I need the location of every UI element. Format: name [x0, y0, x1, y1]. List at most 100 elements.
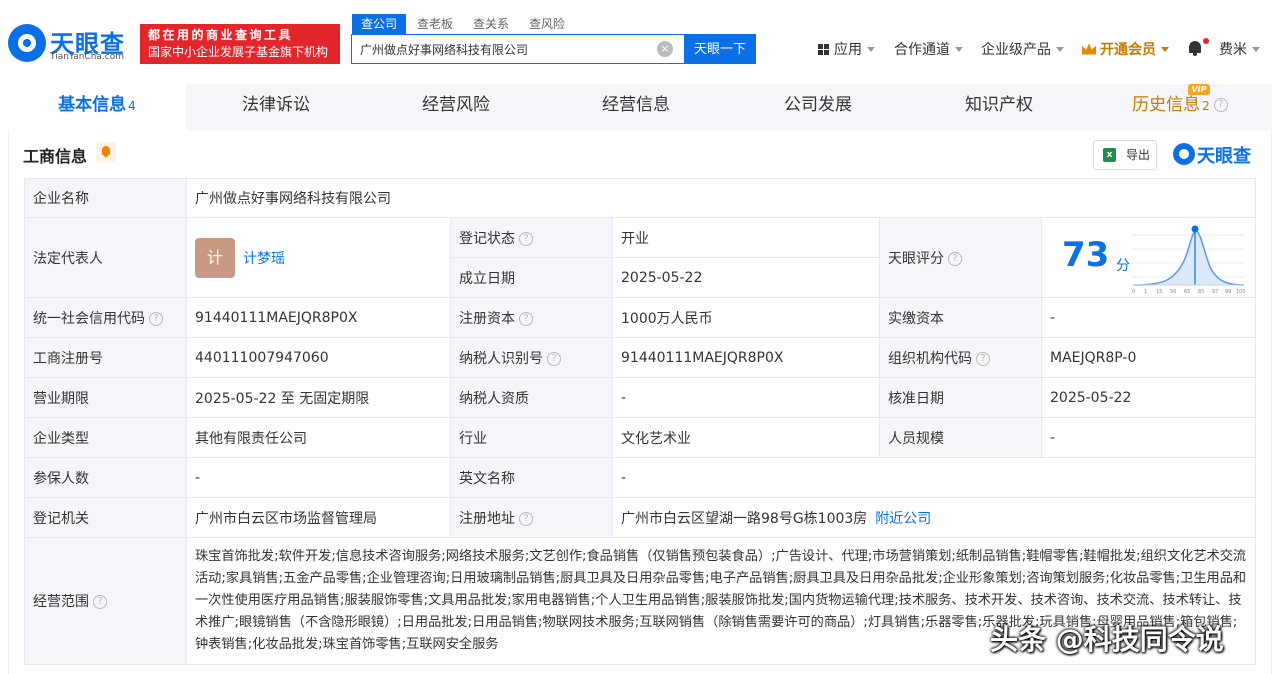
industry-value: 文化艺术业	[612, 417, 880, 458]
score-cell[interactable]: 73 分 0 1 15 50 65 85 97 99 100	[1040, 217, 1257, 298]
org-code-value: MAEJQR8P-0	[1040, 337, 1257, 378]
clear-icon[interactable]: ×	[657, 41, 673, 57]
help-icon[interactable]: ?	[519, 511, 533, 526]
table-row: 营业期限 2025-05-22 至 无固定期限 纳税人资质 - 核准日期 202…	[24, 377, 1257, 418]
tab-label: 基本信息	[58, 95, 127, 115]
help-icon[interactable]: ?	[976, 351, 990, 366]
nav-partner[interactable]: 合作通道	[894, 38, 963, 60]
slogan-line-2: 国家中小企业发展子基金旗下机构	[148, 45, 329, 59]
tab-legal[interactable]: 法律诉讼	[186, 84, 366, 130]
term-label: 营业期限	[24, 377, 187, 418]
bell-icon[interactable]	[1188, 40, 1202, 56]
nav-enterprise[interactable]: 企业级产品	[981, 38, 1064, 60]
taxpayer-qual-label: 纳税人资质	[450, 377, 613, 418]
grid-icon	[818, 43, 829, 55]
tab-development[interactable]: 公司发展	[726, 84, 910, 130]
english-name-label: 英文名称	[450, 457, 613, 498]
search-type-tabs: 查公司 查老板 查关系 查风险	[352, 14, 576, 34]
chevron-down-icon	[1252, 46, 1260, 52]
score-unit: 分	[1116, 257, 1130, 274]
help-icon[interactable]: ?	[519, 231, 533, 246]
score-label-cell: 天眼评分?	[879, 217, 1042, 298]
score-axis-tick: 97	[1212, 289, 1218, 295]
reg-address-label: 注册地址	[459, 510, 515, 527]
term-value: 2025-05-22 至 无固定期限	[186, 377, 451, 418]
excel-icon: x	[1103, 148, 1116, 162]
tab-operation-info[interactable]: 经营信息	[546, 84, 726, 130]
staff-size-label: 人员规模	[879, 417, 1042, 458]
search-tab-relation[interactable]: 查关系	[464, 14, 518, 34]
tab-basic-info[interactable]: 基本信息 4	[8, 84, 186, 130]
tab-label: 经营风险	[422, 95, 490, 115]
tab-ip[interactable]: 知识产权	[910, 84, 1088, 130]
insured-label: 参保人数	[24, 457, 187, 498]
table-row: 登记机关 广州市白云区市场监督管理局 注册地址? 广州市白云区望湖一路98号G栋…	[24, 497, 1257, 538]
chevron-down-icon	[867, 46, 875, 52]
nav-user[interactable]: 费米	[1219, 38, 1260, 60]
reg-status-value: 开业	[612, 217, 880, 258]
reg-address-cell: 广州市白云区望湖一路98号G栋1003房 附近公司	[611, 497, 1257, 538]
help-icon[interactable]: ?	[149, 311, 163, 326]
taxpayer-id-label: 纳税人识别号	[459, 350, 543, 367]
table-row: 企业类型 其他有限责任公司 行业 文化艺术业 人员规模 -	[24, 417, 1257, 458]
credit-code-label-cell: 统一社会信用代码?	[24, 297, 187, 338]
eye-logo-icon	[1173, 143, 1195, 165]
reg-authority-value: 广州市白云区市场监督管理局	[186, 497, 451, 538]
score-distribution-chart: 0 1 15 50 65 85 97 99 100	[1132, 225, 1246, 295]
help-icon[interactable]: ?	[547, 351, 561, 366]
help-icon[interactable]: ?	[948, 251, 962, 266]
monitor-bell-icon[interactable]	[96, 142, 116, 162]
search-tab-risk[interactable]: 查风险	[520, 14, 574, 34]
nav-apps[interactable]: 应用	[818, 38, 875, 60]
score-axis-tick: 50	[1170, 289, 1176, 295]
table-row: 参保人数 - 英文名称 -	[24, 457, 1257, 498]
section-brand-text: 天眼查	[1197, 146, 1251, 167]
avatar[interactable]: 计	[195, 237, 235, 278]
logo-subtext: TianYanCha.com	[50, 52, 125, 62]
search-tab-company[interactable]: 查公司	[352, 14, 407, 34]
reg-status-label-cell: 登记状态?	[450, 217, 613, 258]
business-info-table: 企业名称 广州做点好事网络科技有限公司 法定代表人 计计梦瑶 登记状态? 开业 …	[24, 178, 1257, 665]
score-axis-tick: 65	[1184, 289, 1190, 295]
nearby-companies-link[interactable]: 附近公司	[875, 511, 931, 527]
search-tab-boss[interactable]: 查老板	[408, 14, 462, 34]
slogan-line-1: 都在用的商业查询工具	[148, 28, 294, 42]
org-code-label-cell: 组织机构代码?	[879, 337, 1042, 378]
watermark: 头条 @科技同令说	[990, 623, 1224, 656]
nav-vip[interactable]: 开通会员	[1082, 38, 1169, 60]
org-code-label: 组织机构代码	[888, 350, 972, 367]
paid-capital-value: -	[1040, 297, 1257, 338]
company-type-label: 企业类型	[24, 417, 187, 458]
help-icon[interactable]: ?	[1213, 98, 1228, 112]
tianyancha-logo[interactable]: 天眼查 TianYanCha.com	[8, 24, 134, 64]
taxpayer-id-label-cell: 纳税人识别号?	[450, 337, 613, 378]
found-date-label: 成立日期	[450, 257, 613, 298]
vip-badge: VIP	[1188, 84, 1210, 95]
search-input[interactable]	[352, 35, 652, 63]
table-row: 工商注册号 440111007947060 纳税人识别号? 91440111MA…	[24, 337, 1257, 378]
eye-logo-icon	[8, 24, 46, 62]
table-row: 企业名称 广州做点好事网络科技有限公司	[24, 178, 1257, 218]
paid-capital-label: 实缴资本	[879, 297, 1042, 338]
tab-operation-risk[interactable]: 经营风险	[366, 84, 546, 130]
score-widget: 73 分 0 1 15 50 65 85 97 99 100	[1042, 219, 1255, 297]
industry-label: 行业	[450, 417, 613, 458]
help-icon[interactable]: ?	[519, 311, 533, 326]
tab-count: 2	[1202, 99, 1210, 113]
reg-no-value: 440111007947060	[186, 337, 451, 378]
score-label: 天眼评分	[888, 250, 944, 267]
nav-vip-label: 开通会员	[1100, 42, 1156, 58]
legal-rep-link[interactable]: 计梦瑶	[243, 251, 285, 267]
chevron-down-icon	[955, 46, 963, 52]
legal-rep-label: 法定代表人	[24, 217, 187, 298]
tab-count: 4	[128, 99, 136, 113]
tab-history[interactable]: 历史信息 2?	[1088, 84, 1272, 130]
staff-size-value: -	[1040, 417, 1257, 458]
reg-authority-label: 登记机关	[24, 497, 187, 538]
help-icon[interactable]: ?	[93, 595, 107, 609]
reg-no-label: 工商注册号	[24, 337, 187, 378]
nav-apps-label: 应用	[834, 42, 862, 58]
main-tabs: 基本信息 4 法律诉讼 经营风险 经营信息 公司发展 知识产权 历史信息 2?	[8, 84, 1272, 130]
search-button[interactable]: 天眼一下	[684, 34, 756, 64]
top-header: 天眼查 TianYanCha.com 都在用的商业查询工具 国家中小企业发展子基…	[0, 0, 1280, 80]
